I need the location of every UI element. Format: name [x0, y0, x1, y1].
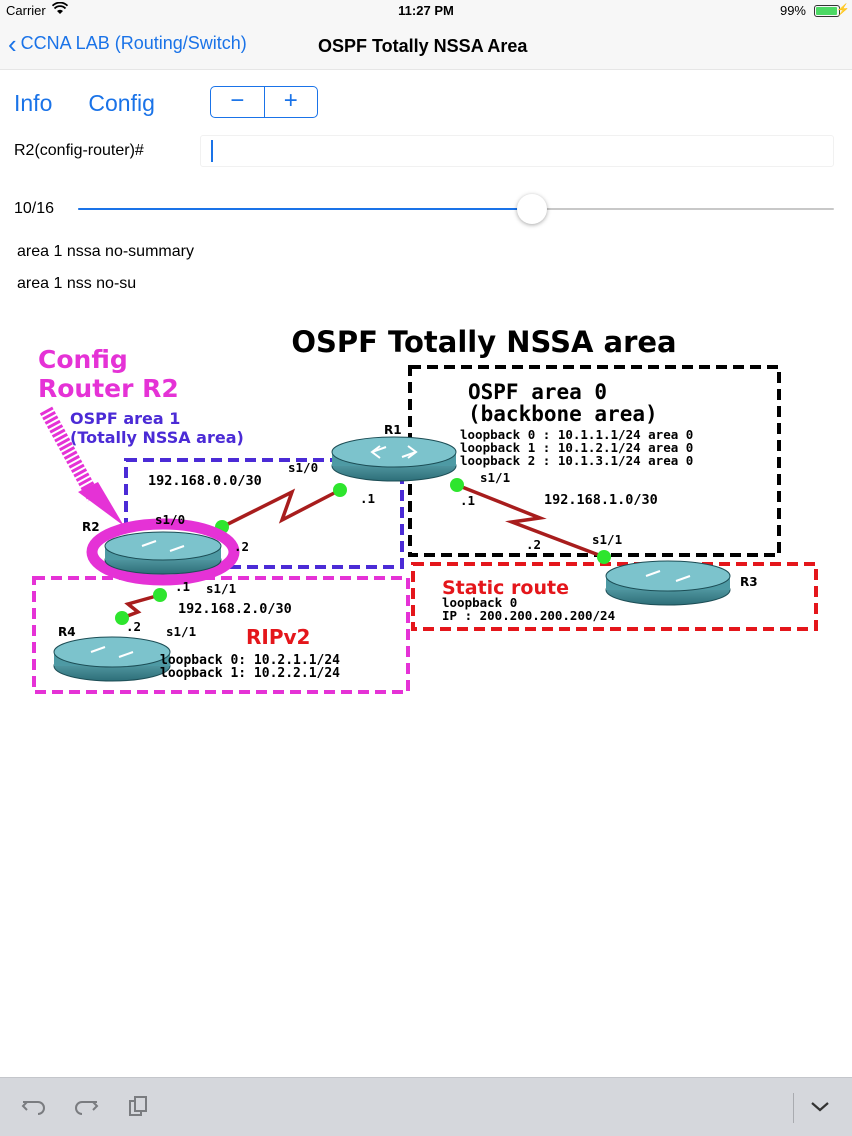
area1-label-2: (Totally NSSA area)	[70, 428, 244, 447]
page-title: OSPF Totally NSSA Area	[318, 36, 528, 56]
r2-if-s10: s1/0	[155, 512, 185, 527]
increment-button[interactable]: +	[265, 87, 318, 117]
port-r1-s10	[333, 483, 347, 497]
r1-ip-s10: .1	[360, 491, 375, 506]
router-r4-label: R4	[58, 625, 76, 639]
nav-bar: ‹ CCNA LAB (Routing/Switch) OSPF Totally…	[0, 22, 852, 70]
router-r1-label: R1	[384, 423, 402, 437]
r4-if-s11: s1/1	[166, 624, 196, 639]
slider-thumb[interactable]	[516, 194, 547, 224]
port-r3-s11	[597, 550, 611, 564]
net-r1-r3: 192.168.1.0/30	[544, 492, 658, 508]
chevron-down-icon[interactable]	[806, 1094, 834, 1122]
redo-icon[interactable]	[72, 1094, 100, 1122]
r3-ip-s11: .2	[526, 537, 541, 552]
r1-if-s11: s1/1	[480, 470, 510, 485]
charging-icon: ⚡	[836, 4, 850, 16]
network-diagram: OSPF Totally NSSA area Config Router R2 …	[32, 325, 818, 694]
router-r3[interactable]	[605, 560, 731, 606]
r3-if-s11: s1/1	[592, 532, 622, 547]
link-r1-r2	[221, 488, 341, 529]
toolbar: Info Config − +	[14, 86, 318, 120]
undo-icon[interactable]	[20, 1094, 48, 1122]
bar-divider	[793, 1093, 794, 1123]
r4-loopback-1: loopback 1: 10.2.2.1/24	[160, 666, 340, 681]
cli-prompt: R2(config-router)#	[14, 142, 144, 159]
router-r1[interactable]	[331, 436, 457, 482]
router-r4[interactable]	[53, 636, 171, 682]
r2-ip-s11: .1	[175, 579, 190, 594]
text-caret	[211, 140, 213, 162]
hint-command: area 1 nssa no-summary	[17, 243, 194, 260]
shortcut-bar	[0, 1077, 852, 1136]
config-button[interactable]: Config	[88, 90, 154, 117]
router-r2-label: R2	[82, 520, 100, 534]
callout-line2: Router R2	[38, 374, 179, 403]
decrement-button[interactable]: −	[211, 87, 265, 117]
port-r2-s11	[153, 588, 167, 602]
r2-ip-s10: .2	[234, 539, 249, 554]
back-label: CCNA LAB (Routing/Switch)	[20, 33, 247, 53]
slider-track-fill	[78, 208, 532, 210]
area1-label-1: OSPF area 1	[70, 409, 180, 428]
hint-abbrev: area 1 nss no-su	[17, 275, 137, 292]
battery-percent: 99%	[779, 3, 806, 18]
router-r2[interactable]	[104, 531, 222, 575]
net-r1-r2: 192.168.0.0/30	[148, 473, 262, 489]
net-r2-r4: 192.168.2.0/30	[178, 601, 292, 617]
callout-line1: Config	[38, 345, 128, 374]
status-bar: Carrier 11:27 PM 99% ⚡	[0, 0, 852, 22]
r1-loopback-2: loopback 2 : 10.1.3.1/24 area 0	[460, 453, 693, 468]
r2-if-s11: s1/1	[206, 581, 236, 596]
r4-ip-s11: .2	[126, 619, 141, 634]
r1-if-s10: s1/0	[288, 460, 318, 475]
step-counter: 10/16	[14, 200, 55, 217]
area0-label-1: OSPF area 0	[468, 380, 607, 404]
router-r3-label: R3	[740, 575, 758, 589]
paste-icon[interactable]	[124, 1094, 152, 1122]
area0-label-2: (backbone area)	[468, 402, 658, 426]
chevron-left-icon: ‹	[8, 28, 17, 59]
back-button[interactable]: ‹ CCNA LAB (Routing/Switch)	[8, 28, 247, 59]
info-button[interactable]: Info	[14, 90, 52, 117]
diagram-title: OSPF Totally NSSA area	[291, 325, 676, 359]
ripv2-title: RIPv2	[246, 625, 310, 649]
port-r1-s11	[450, 478, 464, 492]
step-slider[interactable]	[78, 194, 834, 224]
r1-ip-s11: .1	[460, 493, 475, 508]
zoom-stepper: − +	[210, 86, 318, 118]
clock: 11:27 PM	[398, 3, 454, 18]
command-input[interactable]	[200, 135, 834, 167]
static-ip: IP : 200.200.200.200/24	[442, 608, 615, 623]
